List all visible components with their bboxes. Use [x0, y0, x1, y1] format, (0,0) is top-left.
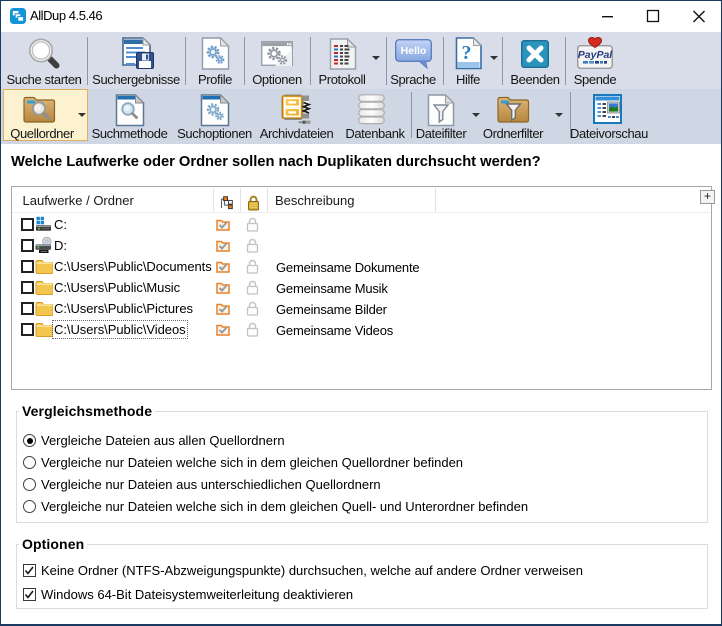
svg-text:?: ? — [462, 42, 472, 64]
svg-text:PayPal: PayPal — [578, 49, 614, 61]
svg-text:Hello: Hello — [401, 45, 427, 57]
